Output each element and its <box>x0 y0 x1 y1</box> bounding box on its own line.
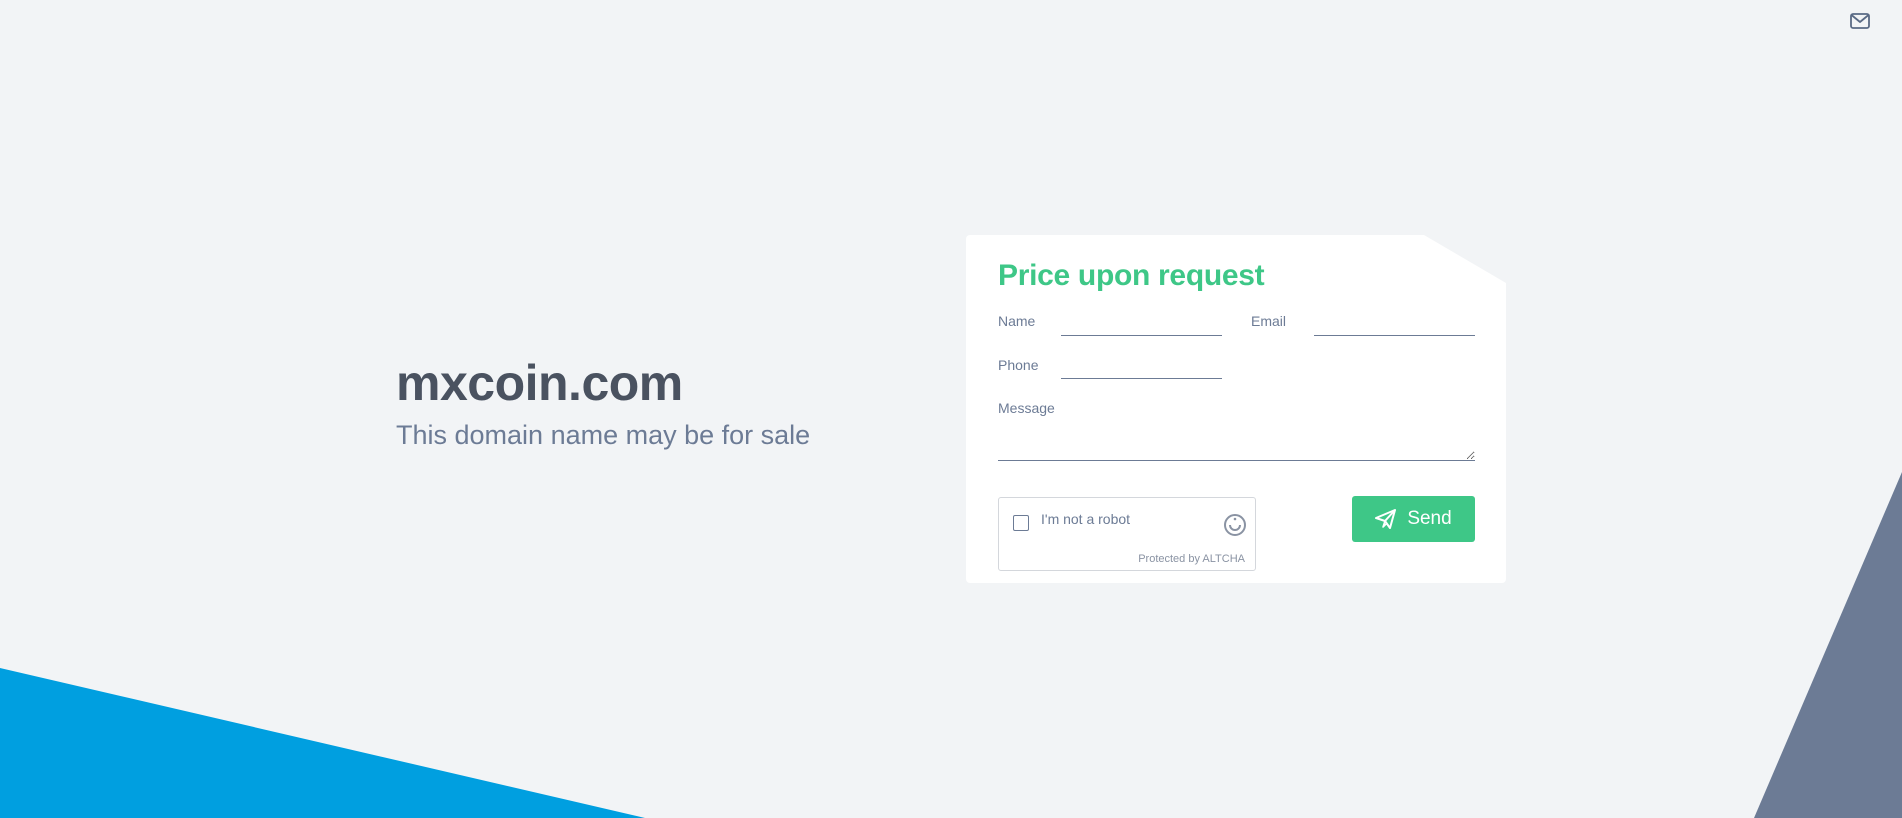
altcha-icon <box>1224 514 1246 536</box>
name-label: Name <box>998 313 1036 329</box>
blue-corner-shape <box>0 668 645 818</box>
email-field[interactable] <box>1314 311 1475 336</box>
altcha-captcha-widget: I'm not a robot Protected by ALTCHA <box>998 497 1256 571</box>
background-shapes <box>0 472 1902 818</box>
phone-label: Phone <box>998 357 1039 373</box>
name-field[interactable] <box>1061 311 1222 336</box>
slate-corner-shape <box>1754 472 1902 818</box>
captcha-footer: Protected by ALTCHA <box>1138 553 1245 565</box>
domain-name: mxcoin.com <box>396 355 683 411</box>
form-title: Price upon request <box>998 259 1265 292</box>
send-label: Send <box>1407 508 1452 529</box>
captcha-label[interactable]: I'm not a robot <box>1041 511 1130 527</box>
envelope-icon <box>1850 13 1870 29</box>
paper-plane-icon <box>1375 509 1397 529</box>
captcha-checkbox[interactable] <box>1013 515 1029 531</box>
phone-field[interactable] <box>1061 354 1222 379</box>
domain-tagline: This domain name may be for sale <box>396 420 811 450</box>
email-label: Email <box>1251 313 1287 329</box>
contact-mail-button[interactable] <box>1848 11 1872 31</box>
domain-info: mxcoin.com This domain name may be for s… <box>396 352 810 452</box>
message-field[interactable] <box>998 407 1475 461</box>
inquiry-form-card: Price upon request Name Email Phone Mess… <box>966 235 1506 583</box>
send-button[interactable]: Send <box>1352 496 1475 542</box>
